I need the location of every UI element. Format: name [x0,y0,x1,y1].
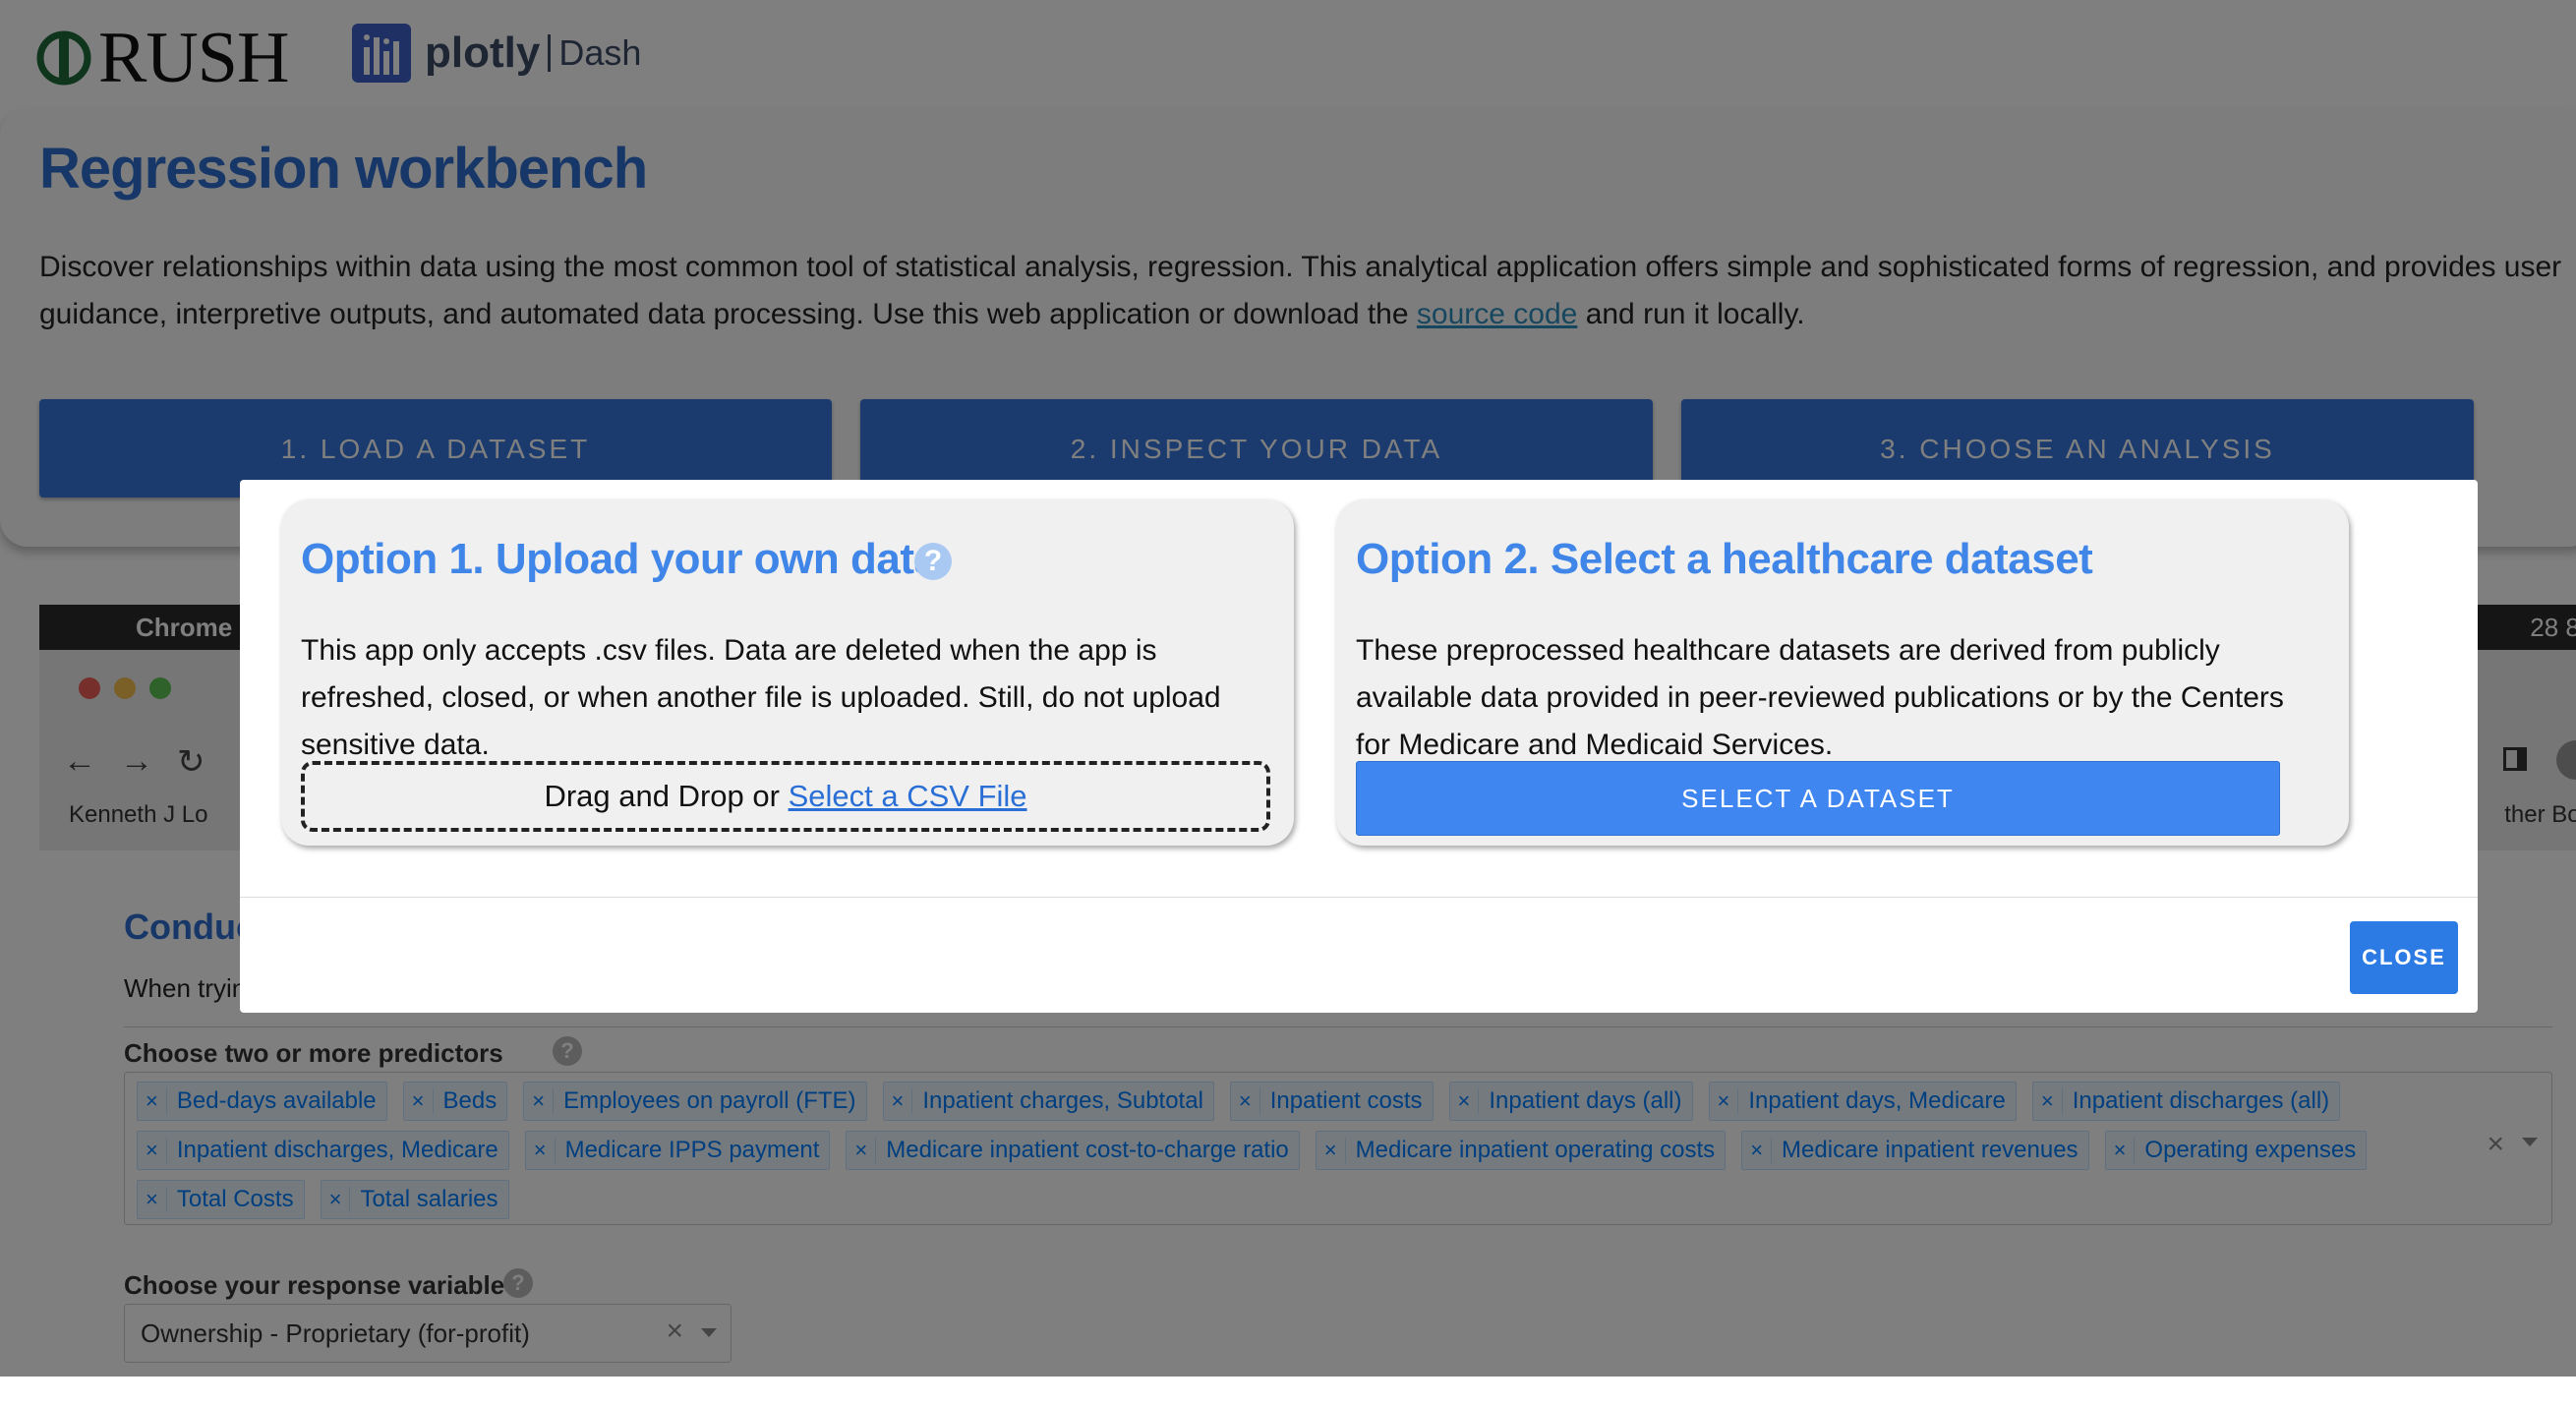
dataset-option-card: Option 2. Select a healthcare dataset Th… [1336,499,2349,846]
modal-footer: CLOSE [240,897,2478,1014]
upload-option-card: Option 1. Upload your own data ? This ap… [281,499,1294,846]
csv-upload-dropzone[interactable]: Drag and Drop or Select a CSV File [301,761,1270,832]
dataset-option-title: Option 2. Select a healthcare dataset [1356,535,2093,583]
load-data-modal: Option 1. Upload your own data ? This ap… [240,480,2478,1013]
select-dataset-button[interactable]: SELECT A DATASET [1356,761,2280,836]
upload-option-title: Option 1. Upload your own data [301,535,938,583]
dataset-option-text: These preprocessed healthcare datasets a… [1356,634,2284,761]
close-button[interactable]: CLOSE [2350,921,2458,994]
select-csv-link[interactable]: Select a CSV File [789,779,1027,813]
upload-option-text: This app only accepts .csv files. Data a… [301,634,1221,761]
modal-body: Option 1. Upload your own data ? This ap… [240,480,2478,897]
upload-help-icon[interactable]: ? [914,543,952,580]
dropzone-text: Drag and Drop or [544,779,780,813]
